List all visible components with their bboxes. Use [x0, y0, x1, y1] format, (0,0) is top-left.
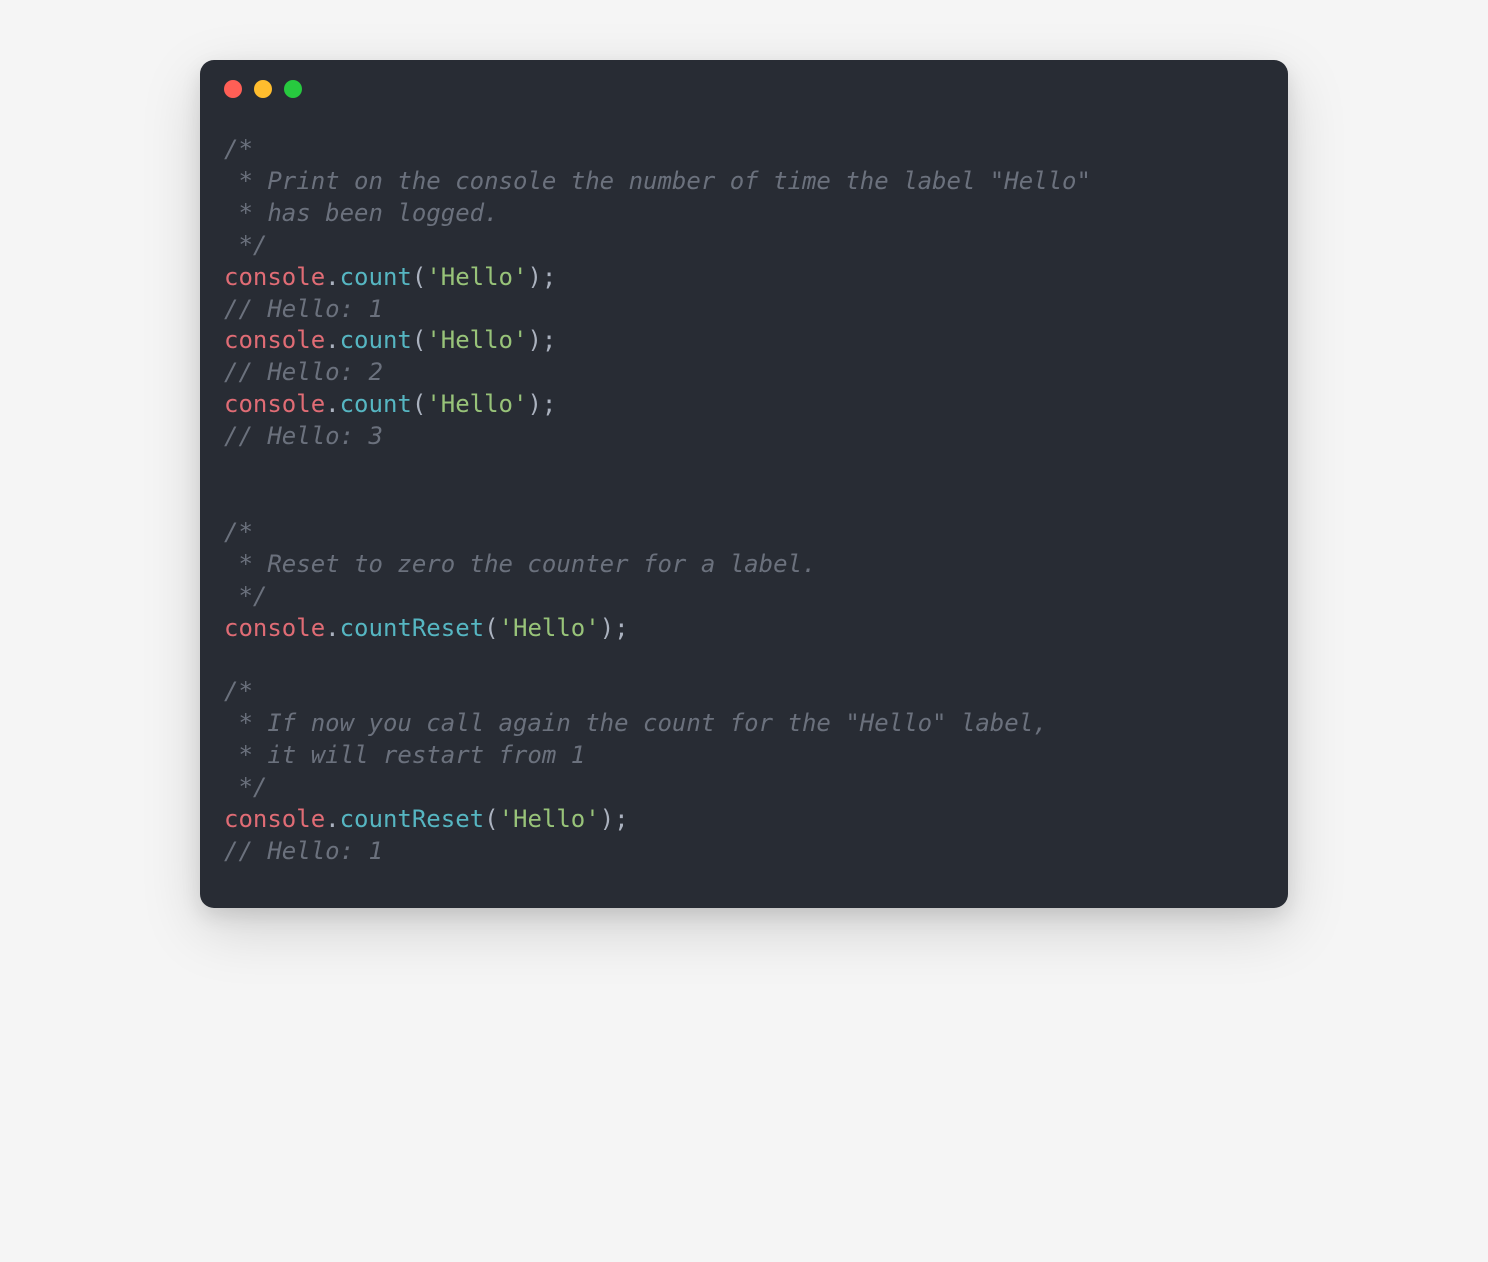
code-token-punct: .: [325, 326, 339, 354]
code-token-punct: .: [325, 390, 339, 418]
code-token-object: console: [224, 614, 325, 642]
code-token-string: 'Hello': [426, 326, 527, 354]
code-token-object: console: [224, 805, 325, 833]
code-token-punct: .: [325, 263, 339, 291]
code-token-method: count: [340, 326, 412, 354]
code-window: /* * Print on the console the number of …: [200, 60, 1288, 908]
code-token-comment: // Hello: 1: [224, 295, 383, 323]
code-token-punct: .: [325, 614, 339, 642]
code-token-string: 'Hello': [426, 263, 527, 291]
code-token-punct: (: [484, 614, 498, 642]
code-token-string: 'Hello': [499, 614, 600, 642]
code-token-comment: /* * Print on the console the number of …: [224, 135, 1091, 259]
code-token-method: countReset: [340, 614, 485, 642]
code-token-punct: (: [412, 326, 426, 354]
code-token-punct: .: [325, 805, 339, 833]
code-token-punct: );: [527, 390, 556, 418]
code-token-object: console: [224, 263, 325, 291]
code-token-comment: /* * Reset to zero the counter for a lab…: [224, 518, 816, 610]
code-token-method: countReset: [340, 805, 485, 833]
code-token-object: console: [224, 326, 325, 354]
code-token-comment: // Hello: 2: [224, 358, 383, 386]
code-token-punct: );: [527, 326, 556, 354]
code-token-string: 'Hello': [499, 805, 600, 833]
code-token-comment: // Hello: 3: [224, 422, 383, 450]
code-token-punct: (: [412, 390, 426, 418]
code-token-method: count: [340, 390, 412, 418]
code-token-object: console: [224, 390, 325, 418]
code-token-punct: );: [600, 614, 629, 642]
code-token-punct: (: [412, 263, 426, 291]
code-token-string: 'Hello': [426, 390, 527, 418]
code-token-punct: (: [484, 805, 498, 833]
code-token-comment: // Hello: 1: [224, 837, 383, 865]
code-token-punct: );: [527, 263, 556, 291]
code-content: /* * Print on the console the number of …: [200, 98, 1288, 908]
maximize-icon[interactable]: [284, 80, 302, 98]
close-icon[interactable]: [224, 80, 242, 98]
minimize-icon[interactable]: [254, 80, 272, 98]
window-titlebar: [200, 60, 1288, 98]
code-token-punct: );: [600, 805, 629, 833]
code-token-comment: /* * If now you call again the count for…: [224, 677, 1048, 801]
code-token-method: count: [340, 263, 412, 291]
